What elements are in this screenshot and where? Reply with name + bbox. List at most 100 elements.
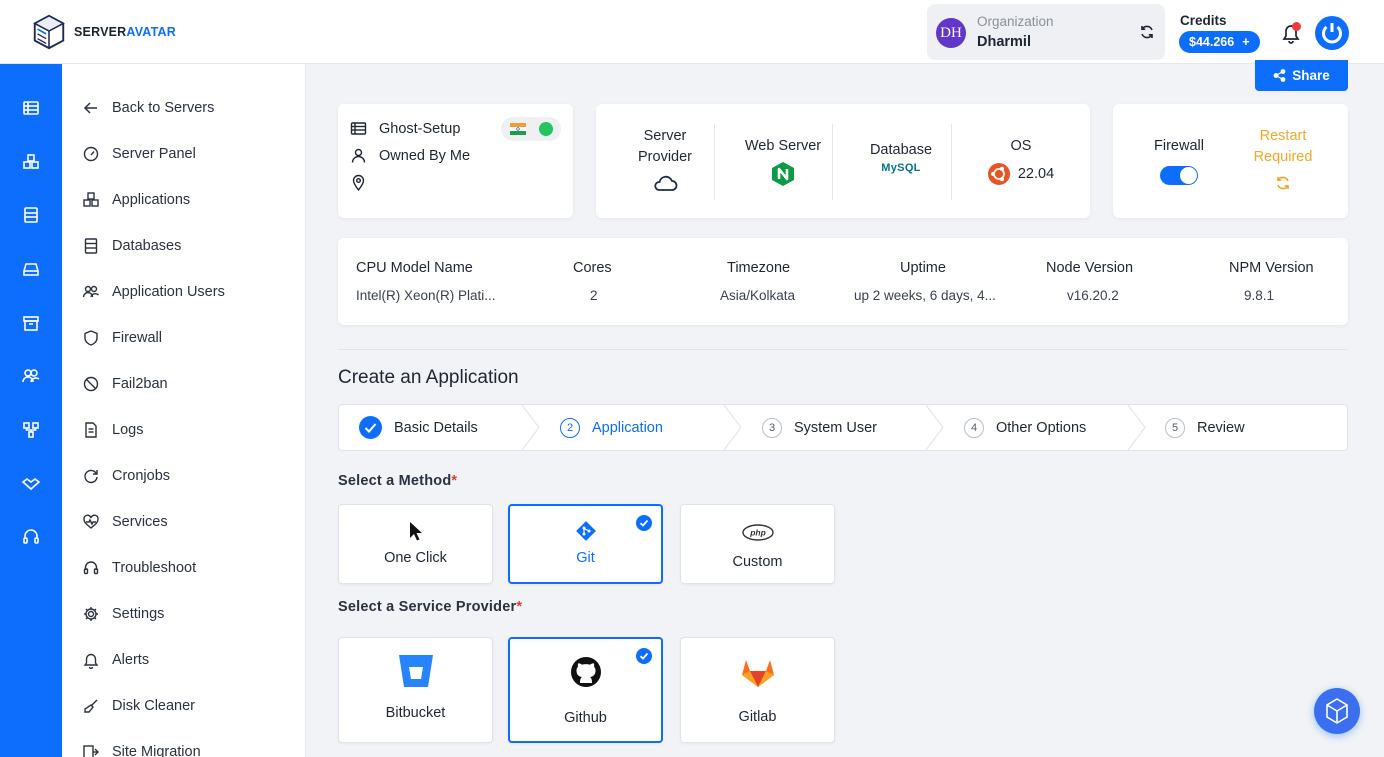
sidebar-item-databases[interactable]: Databases [82,234,181,258]
node-version-value: v16.20.2 [1067,288,1119,303]
step-number: 5 [1165,417,1185,438]
support-icon[interactable] [21,527,41,547]
svg-text:php: php [749,528,766,538]
step-other-options[interactable]: 4 Other Options [964,405,1086,450]
step-application[interactable]: 2 Application [560,405,663,450]
team-icon[interactable] [21,366,41,386]
sidebar-item-label: Applications [112,192,191,208]
provider-gitlab[interactable]: Gitlab [680,637,835,743]
provider-label: Github [564,710,607,726]
org-avatar: DH [936,18,966,48]
timezone-label: Timezone [727,260,791,276]
servers-icon[interactable] [21,98,41,118]
method-one-click[interactable]: One Click [338,504,493,584]
step-label: Other Options [996,419,1087,436]
icon-rail [0,64,62,757]
sidebar-item-label: Databases [112,238,182,254]
sidebar-item-application-users[interactable]: Application Users [82,280,225,304]
cpu-label: CPU Model Name [356,260,473,276]
database-col: Database MySQL [844,104,958,218]
migrate-icon [83,745,99,757]
firewall-label: Firewall [1154,138,1204,154]
provider-github[interactable]: Github [508,637,663,743]
organization-switcher[interactable]: DH Organization Dharmil [927,4,1165,60]
web-server-label: Web Server [744,138,822,154]
method-section-label: Select a Method* [338,473,458,489]
refresh-icon [84,469,98,484]
sidebar-item-applications[interactable]: Applications [82,188,190,212]
sidebar-item-firewall[interactable]: Firewall [82,326,162,350]
provider-bitbucket[interactable]: Bitbucket [338,637,493,743]
provider-label: Gitlab [738,709,777,725]
provider-section-label: Select a Service Provider* [338,599,523,615]
server-status-pill [501,117,561,141]
archive-icon[interactable] [21,313,41,333]
add-credits-button[interactable]: $44.266 + [1179,31,1260,53]
server-name-row: Ghost-Setup [350,120,460,137]
online-status-dot [539,122,553,136]
step-chevron [1128,405,1146,450]
integrations-icon[interactable] [21,420,41,440]
selected-check-icon [636,515,652,531]
applications-icon[interactable] [21,152,41,172]
github-icon [570,657,601,687]
php-icon: php [741,524,774,541]
toggle-knob [1180,167,1197,184]
user-icon [351,148,366,163]
storage-icon[interactable] [21,259,41,279]
step-system-user[interactable]: 3 System User [762,405,877,450]
sidebar-item-site-migration[interactable]: Site Migration [82,740,201,757]
sidebar-item-logs[interactable]: Logs [82,418,143,442]
divider [832,124,833,200]
partners-icon[interactable] [21,474,41,494]
sidebar-item-server-panel[interactable]: Server Panel [82,142,196,166]
os-version: 22.04 [1017,166,1055,182]
cloud-icon [654,175,678,191]
bitbucket-icon [398,655,433,687]
sidebar-item-settings[interactable]: Settings [82,602,164,626]
restart-required-label: Restart Required [1253,128,1313,165]
database-icon [84,238,98,254]
org-name: Dharmil [977,34,1031,50]
owner-row: Owned By Me [350,147,470,164]
sidebar-item-cronjobs[interactable]: Cronjobs [82,464,170,488]
sidebar-item-label: Firewall [112,330,162,346]
ubuntu-icon [987,163,1010,185]
step-chevron [724,405,742,450]
cursor-icon [409,522,422,541]
step-chevron [522,405,540,450]
sidebar-item-services[interactable]: Services [82,510,168,534]
restart-required-col[interactable]: Restart Required [1233,104,1333,218]
firewall-toggle[interactable] [1160,166,1198,185]
method-git[interactable]: Git [508,504,663,584]
gear-icon [84,607,98,621]
share-button[interactable]: Share [1255,60,1348,91]
sidebar-item-alerts[interactable]: Alerts [82,648,149,672]
method-custom[interactable]: php Custom [680,504,835,584]
step-label: System User [794,419,877,436]
serveravatar-logo-icon [33,14,65,50]
mysql-logo: MySQL [881,162,921,174]
headset-icon [83,561,99,575]
server-sidebar: Back to Servers Server Panel Application… [62,64,306,757]
credits-amount: $44.266 [1189,35,1235,49]
sidebar-item-troubleshoot[interactable]: Troubleshoot [82,556,196,580]
switch-org-icon[interactable] [1139,24,1155,40]
create-app-stepper: Basic Details 2 Application 3 System Use… [338,404,1348,451]
npm-version-value: 9.8.1 [1244,288,1275,303]
logo[interactable]: SERVERAVATAR [30,13,176,51]
help-chat-button[interactable] [1314,688,1360,734]
step-review[interactable]: 5 Review [1165,405,1245,450]
step-basic-details[interactable]: Basic Details [359,405,478,450]
gitlab-icon [741,660,774,687]
os-label: OS [1010,138,1032,154]
user-menu-button[interactable] [1315,16,1349,50]
step-chevron [926,405,944,450]
database-icon[interactable] [21,205,41,225]
sidebar-item-fail2ban[interactable]: Fail2ban [82,372,168,396]
location-row [350,174,367,191]
sidebar-item-label: Logs [112,422,144,438]
sidebar-item-label: Server Panel [112,146,196,162]
sidebar-item-disk-cleaner[interactable]: Disk Cleaner [82,694,195,718]
sidebar-item-back-to-servers[interactable]: Back to Servers [82,96,214,120]
